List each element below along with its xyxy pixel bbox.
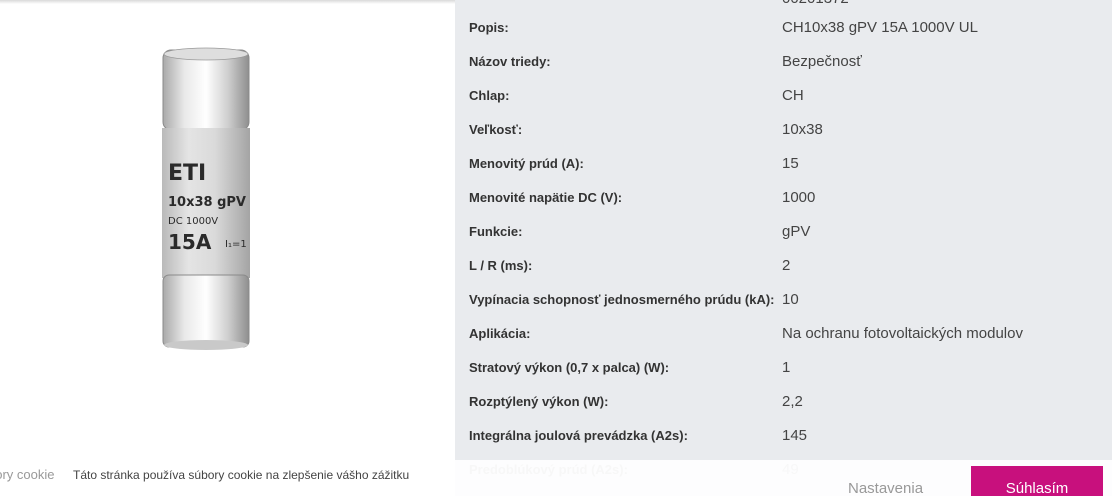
spec-row: Integrálna joulová prevádzka (A2s): 145: [455, 419, 1112, 453]
cookie-settings-button[interactable]: Nastavenia: [848, 480, 923, 496]
spec-label: Názov triedy:: [469, 54, 551, 69]
spec-value: 2,2: [782, 393, 803, 410]
fuse-voltage-text: DC 1000V: [168, 216, 218, 227]
spec-label: Funkcie:: [469, 224, 523, 239]
spec-row: Vypínacia schopnosť jednosmerného prúdu …: [455, 283, 1112, 317]
fuse-current-text: 15A: [168, 230, 212, 254]
spec-label: Menovité napätie DC (V):: [469, 190, 623, 205]
spec-value: CH: [782, 87, 804, 104]
spec-label: L / R (ms):: [469, 258, 533, 273]
spec-label: Menovitý prúd (A):: [469, 156, 584, 171]
spec-value: Na ochranu fotovoltaických modulov: [782, 325, 1023, 342]
spec-value: 1000: [782, 189, 816, 206]
fuse-top-cap: [162, 49, 250, 131]
spec-value: 10: [782, 291, 799, 308]
spec-label: Integrálna joulová prevádzka (A2s):: [469, 428, 688, 443]
spec-row: Funkcie: gPV: [455, 215, 1112, 249]
product-image: ETI 10x38 gPV DC 1000V 15A I₁=1: [162, 47, 250, 350]
spec-label: Aplikácia:: [469, 326, 531, 341]
spec-row: Stratový výkon (0,7 x palca) (W): 1: [455, 351, 1112, 385]
spec-label: Veľkosť:: [469, 122, 523, 137]
spec-value: CH10x38 gPV 15A 1000V UL: [782, 19, 978, 36]
spec-row: Menovitý prúd (A): 15: [455, 147, 1112, 181]
fuse-ir-text: I₁=1: [225, 239, 247, 250]
spec-row: Popis: CH10x38 gPV 15A 1000V UL: [455, 11, 1112, 45]
spec-value: Bezpečnosť: [782, 53, 862, 70]
fuse-size-text: 10x38 gPV: [168, 195, 246, 210]
spec-row: Menovité napätie DC (V): 1000: [455, 181, 1112, 215]
spec-label: Chlap:: [469, 88, 510, 103]
spec-row: L / R (ms): 2: [455, 249, 1112, 283]
cookie-accept-button[interactable]: Súhlasím: [971, 466, 1103, 496]
spec-label: Rozptýlený výkon (W):: [469, 394, 609, 409]
spec-value: gPV: [782, 223, 811, 240]
product-code: 00201372: [782, 0, 849, 7]
cookie-bar: bory cookie Táto stránka používa súbory …: [0, 460, 1112, 496]
spec-row: Veľkosť: 10x38: [455, 113, 1112, 147]
spec-row: Aplikácia: Na ochranu fotovoltaických mo…: [455, 317, 1112, 351]
page: ETI 10x38 gPV DC 1000V 15A I₁=1 00201372…: [0, 0, 1112, 496]
spec-value: 2: [782, 257, 791, 274]
spec-panel: 00201372 Popis: CH10x38 gPV 15A 1000V UL…: [455, 0, 1112, 496]
fuse-bottom-cap: [162, 274, 250, 348]
spec-value: 15: [782, 155, 799, 172]
spec-label: Stratový výkon (0,7 x palca) (W):: [469, 360, 670, 375]
spec-value: 10x38: [782, 121, 823, 138]
spec-row: Rozptýlený výkon (W): 2,2: [455, 385, 1112, 419]
fuse-brand-text: ETI: [168, 161, 206, 186]
spec-row: Chlap: CH: [455, 79, 1112, 113]
spec-row: Názov triedy: Bezpečnosť: [455, 45, 1112, 79]
spec-value: 145: [782, 427, 808, 444]
cookie-title: bory cookie: [0, 467, 55, 482]
spec-value: 1: [782, 359, 791, 376]
spec-label: Vypínacia schopnosť jednosmerného prúdu …: [469, 292, 775, 307]
spec-label: Popis:: [469, 20, 509, 35]
cookie-text: Táto stránka používa súbory cookie na zl…: [73, 468, 410, 482]
